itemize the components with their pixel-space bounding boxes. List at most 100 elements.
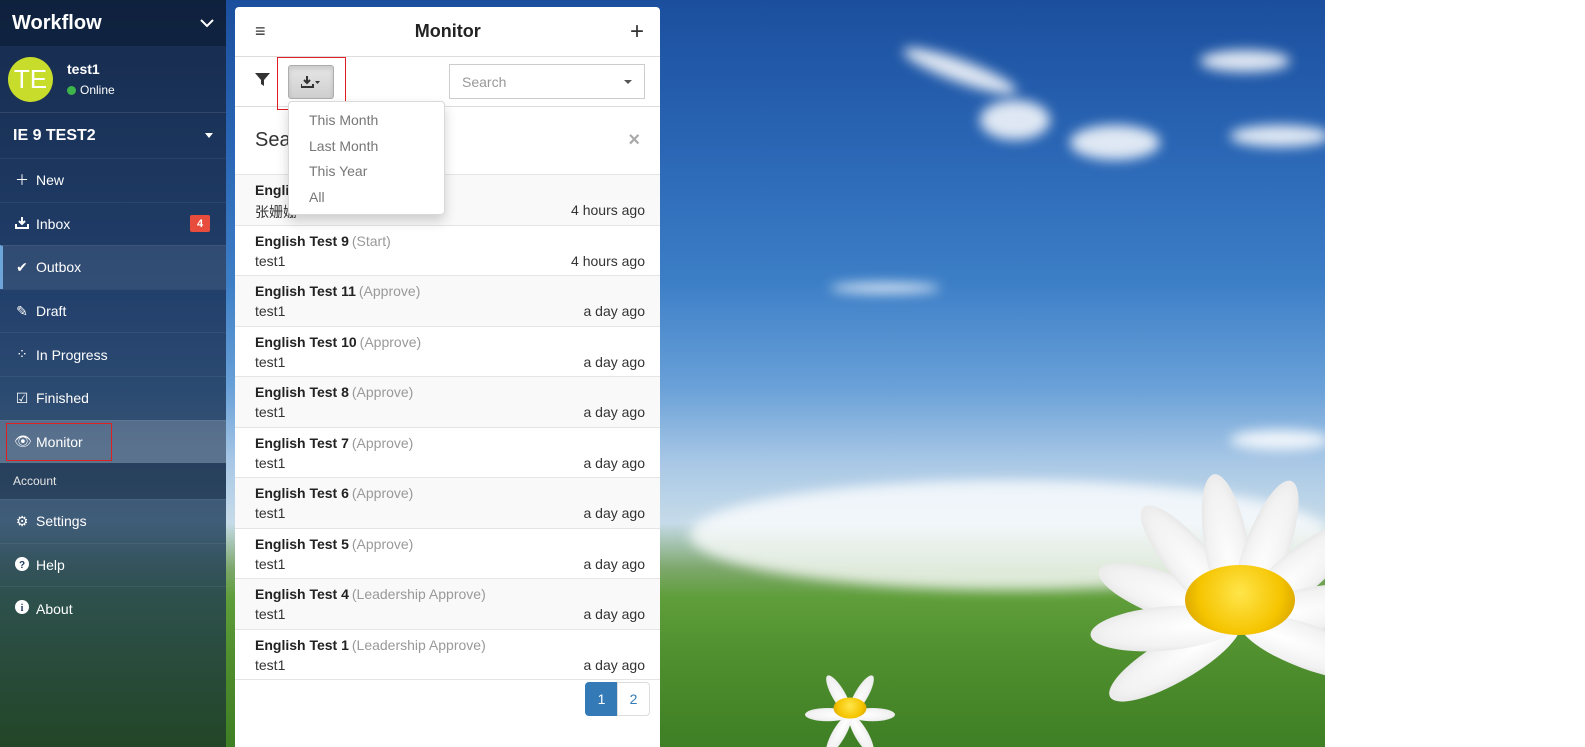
item-step: (Approve) xyxy=(351,384,414,400)
nav-item-finished[interactable]: ☑ Finished xyxy=(0,375,226,420)
item-user: test1 xyxy=(255,656,286,673)
nav-item-monitor[interactable]: 👁 Monitor xyxy=(0,419,226,464)
toolbar xyxy=(235,57,660,110)
item-time: a day ago xyxy=(583,404,646,420)
nav-item-inbox[interactable]: Inbox 4 xyxy=(0,201,226,246)
cloud xyxy=(1230,430,1325,450)
item-time: a day ago xyxy=(583,353,646,370)
app-title: Workflow xyxy=(12,11,102,34)
avatar: TE xyxy=(8,56,53,102)
checkbox-icon: ☑ xyxy=(15,389,29,406)
nav-item-about[interactable]: i About xyxy=(0,586,226,630)
item-step: (Approve) xyxy=(358,283,421,299)
item-title: English Test 7 xyxy=(255,434,349,451)
item-time: a day ago xyxy=(583,303,646,319)
export-dropdown-button[interactable] xyxy=(288,65,334,99)
list-item[interactable]: English Test 7 (Approve) test1 a day ago xyxy=(235,428,660,478)
list-item[interactable]: English Test 9 (Start) test1 4 hours ago xyxy=(235,226,660,276)
nav-item-label: New xyxy=(36,172,65,189)
item-step: (Approve) xyxy=(351,434,414,451)
nav-item-label: Settings xyxy=(36,513,87,530)
nav-item-new[interactable]: ＋ New xyxy=(0,158,226,202)
inbox-count-badge: 4 xyxy=(190,215,210,233)
list-item[interactable]: English Test 8 (Approve) test1 a day ago xyxy=(235,377,660,428)
nav-item-outbox[interactable]: ✔ Outbox xyxy=(0,245,226,289)
list-item[interactable]: English Test 6 (Approve) test1 a day ago xyxy=(235,478,660,529)
item-time: 4 hours ago xyxy=(571,252,645,269)
item-user: test1 xyxy=(255,555,286,572)
item-step: (Leadership Approve) xyxy=(351,636,486,653)
item-title: English Test 4 xyxy=(255,586,349,602)
cloud xyxy=(1070,125,1160,160)
page-button-2[interactable]: 2 xyxy=(617,682,650,716)
search-input[interactable] xyxy=(462,73,612,90)
item-user: test1 xyxy=(255,303,286,319)
list-item[interactable]: English Test 10 (Approve) test1 a day ago xyxy=(235,327,660,377)
item-user: test1 xyxy=(255,404,286,420)
item-title: English Test 5 xyxy=(255,535,349,552)
cloud xyxy=(830,283,940,293)
cloud xyxy=(1200,50,1290,72)
cloud xyxy=(980,100,1050,140)
cloud xyxy=(1230,125,1325,147)
nav-item-help[interactable]: ? Help xyxy=(0,542,226,587)
page-title: Monitor xyxy=(414,21,481,41)
user-panel: TE test1 Online xyxy=(0,46,226,112)
hamburger-menu-icon[interactable]: ≡ xyxy=(255,21,266,42)
online-dot-icon xyxy=(67,85,76,95)
task-list: Englis 张姗姗 4 hours ago English Test 9 (Sta… xyxy=(235,175,660,680)
filter-icon[interactable] xyxy=(255,72,273,92)
inbox-icon xyxy=(14,216,30,232)
list-item[interactable]: English Test 11 (Approve) test1 a day ago xyxy=(235,276,660,327)
company-name: IE 9 TEST2 xyxy=(13,126,96,144)
chevron-down-icon[interactable] xyxy=(200,18,214,28)
nav-item-label: Inbox xyxy=(36,215,71,232)
close-icon[interactable]: × xyxy=(628,129,640,152)
menu-item-all[interactable]: All xyxy=(289,184,444,210)
page-button-1[interactable]: 1 xyxy=(585,682,618,716)
export-dropdown-menu: This Month Last Month This Year All xyxy=(288,101,445,215)
item-step: (Leadership Approve) xyxy=(351,586,486,602)
list-item[interactable]: English Test 4 (Leadership Approve) test1… xyxy=(235,579,660,630)
check-double-icon: ✔ xyxy=(16,258,28,275)
menu-item-this-month[interactable]: This Month xyxy=(289,107,444,133)
nav-item-draft[interactable]: ✎ Draft xyxy=(0,288,226,333)
item-title: English Test 10 xyxy=(255,333,357,350)
info-icon: i xyxy=(14,600,30,617)
list-item[interactable]: English Test 1 (Leadership Approve) test1… xyxy=(235,630,660,680)
item-title: English Test 6 xyxy=(255,485,349,501)
nav-item-label: Finished xyxy=(36,390,89,407)
add-button[interactable]: + xyxy=(630,19,644,44)
svg-text:i: i xyxy=(21,603,24,614)
item-user: test1 xyxy=(255,505,286,521)
download-icon xyxy=(301,76,320,88)
nav-item-in-progress[interactable]: ⁘ In Progress xyxy=(0,332,226,376)
caret-down-icon[interactable] xyxy=(624,79,632,84)
edit-icon: ✎ xyxy=(16,302,28,319)
item-user: test1 xyxy=(255,252,286,269)
nav-item-label: About xyxy=(36,600,73,617)
user-name: test1 xyxy=(67,61,100,77)
cloud xyxy=(899,40,1021,102)
item-time: 4 hours ago xyxy=(571,202,645,218)
menu-item-last-month[interactable]: Last Month xyxy=(289,133,444,159)
panel-header: ≡ Monitor + xyxy=(235,7,660,57)
company-selector[interactable]: IE 9 TEST2 xyxy=(0,112,226,158)
search-field[interactable] xyxy=(449,64,645,99)
nav-item-label: Draft xyxy=(36,303,67,320)
nav-item-label: Help xyxy=(36,557,65,574)
item-title: English Test 11 xyxy=(255,283,356,299)
item-time: a day ago xyxy=(583,505,646,521)
list-item[interactable]: English Test 5 (Approve) test1 a day ago xyxy=(235,529,660,579)
nav-item-label: In Progress xyxy=(36,346,108,363)
item-user: test1 xyxy=(255,606,286,622)
item-step: (Start) xyxy=(351,232,391,249)
item-title: English Test 8 xyxy=(255,384,349,400)
item-title: English Test 1 xyxy=(255,636,349,653)
spinner-icon: ⁘ xyxy=(16,346,28,363)
nav-item-settings[interactable]: ⚙ Settings xyxy=(0,499,226,543)
user-status: Online xyxy=(67,83,115,97)
sidebar-header[interactable]: Workflow xyxy=(0,0,226,46)
menu-item-this-year[interactable]: This Year xyxy=(289,159,444,185)
user-status-label: Online xyxy=(80,83,115,97)
